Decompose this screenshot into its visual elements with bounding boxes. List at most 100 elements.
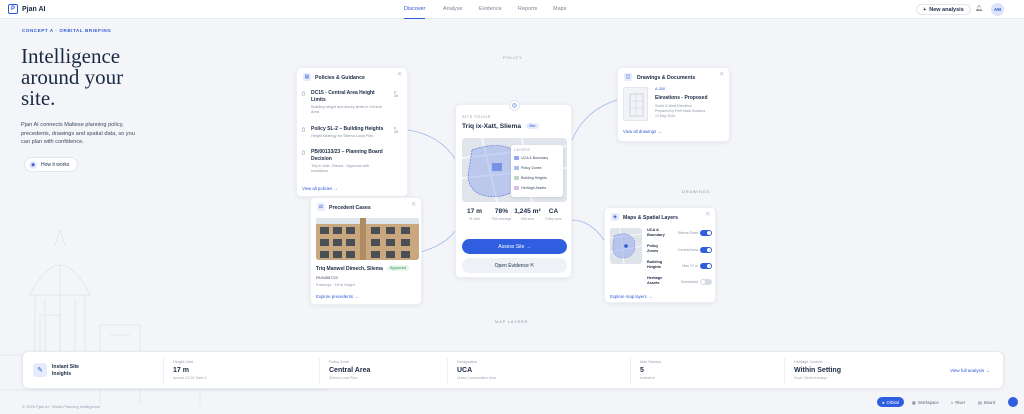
layer-toggle[interactable] <box>700 230 712 236</box>
legend-item[interactable]: Building Heights <box>514 176 547 180</box>
view-full-analysis-label: View full analysis <box>950 368 985 373</box>
layer-value: Sliema Town <box>677 231 698 235</box>
mode-workspace[interactable]: ▦ Workspace <box>907 397 944 407</box>
site-title: Triq ix-Xatt, Sliema <box>462 123 521 130</box>
open-evidence-button[interactable]: Open Evidence ⇱ <box>462 258 567 273</box>
layer-value: Max 17 m <box>682 264 698 268</box>
insights-title: Instant Site Insights <box>52 364 79 377</box>
wave-icon: ≈ <box>951 399 954 405</box>
insight-sub: Urban Conservation Area <box>457 376 497 380</box>
legend-item[interactable]: UCA & Boundary <box>514 156 548 160</box>
assistant-dot-icon[interactable] <box>1008 397 1018 407</box>
document-icon: ▯ <box>302 150 305 156</box>
layer-toggle[interactable] <box>700 247 712 253</box>
insight-sub: Sliema Local Plan <box>329 376 358 380</box>
stat-value: 1,245 m² <box>514 208 541 215</box>
policy-item[interactable]: ▯ DC15 - Central Area Height Limits Buil… <box>302 90 402 116</box>
stat-value: 17 m <box>466 208 483 215</box>
drawing-thumbnail[interactable] <box>623 87 648 121</box>
book-icon: ▤ <box>303 73 311 81</box>
arrow-right-icon: → <box>985 368 990 373</box>
explore-precedents-label: Explore precedents <box>316 294 354 299</box>
grid-icon: ▦ <box>912 399 916 405</box>
stat-value: 78% <box>494 208 509 215</box>
stat-area: 1,245 m² Site area <box>514 208 541 221</box>
stat-coverage: 78% Plot coverage <box>488 208 515 221</box>
site-map[interactable]: LAYERS UCA & Boundary Policy Zones Build… <box>462 138 567 202</box>
insight-column: Policy Zone Central Area Sliema Local Plan <box>329 360 370 380</box>
assess-site-label: Assess Site <box>498 243 525 250</box>
stat-label: Ht. limit <box>469 217 480 221</box>
layer-name: Heritage Assets <box>647 276 663 285</box>
document-icon: ▯ <box>302 91 305 97</box>
document-icon: ▯ <box>302 127 305 133</box>
mini-map[interactable] <box>610 228 642 264</box>
precedents-title: Precedent Cases <box>329 205 371 211</box>
insight-label: Height Limit <box>173 360 194 364</box>
insight-column: Designation UCA Urban Conservation Area <box>457 360 496 380</box>
mode-river[interactable]: ≈ River <box>946 397 970 407</box>
policy-page-tag: p. 48 <box>394 126 399 134</box>
insight-value: 5 <box>640 367 644 374</box>
view-all-drawings-link[interactable]: View all drawings → <box>623 129 662 134</box>
external-link-icon[interactable]: ⇱ <box>706 212 710 218</box>
site-pin-icon: ◎ <box>509 100 520 111</box>
insight-value: Within Setting <box>794 367 841 374</box>
view-full-analysis-link[interactable]: View full analysis → <box>950 368 990 373</box>
layer-toggle[interactable] <box>700 263 712 269</box>
insight-label: Policy Zone <box>329 360 349 364</box>
policies-title: Policies & Guidance <box>315 75 365 81</box>
assess-site-button[interactable]: Assess Site → <box>462 239 567 254</box>
policy-item[interactable]: ▯ Policy SL-2 – Building Heights Height … <box>302 126 402 146</box>
stat-zone: CA Policy zone <box>540 208 567 221</box>
layer-value: Central Area <box>678 248 698 252</box>
legend-item[interactable]: Heritage Assets <box>514 186 546 190</box>
stat-label: Policy zone <box>545 217 562 221</box>
insight-value: UCA <box>457 367 473 374</box>
gavel-icon: ⚖ <box>317 203 325 211</box>
external-link-icon[interactable]: ⇱ <box>398 72 402 78</box>
maps-title: Maps & Spatial Layers <box>623 215 679 221</box>
legend-swatch <box>514 166 519 170</box>
legend-swatch <box>514 156 519 160</box>
mode-label: Board <box>983 399 996 405</box>
policy-item[interactable]: ▯ PB/00133/23 – Planning Board Decision … <box>302 149 402 177</box>
divider <box>447 358 448 384</box>
stat-label: Site area <box>521 217 534 221</box>
legend-item[interactable]: Policy Zones <box>514 166 542 170</box>
drawings-title: Drawings & Documents <box>637 75 696 81</box>
insight-column: Max Storeys 5 Indicative <box>640 360 661 380</box>
mode-board[interactable]: ▤ Board <box>973 397 1000 407</box>
magic-wand-icon: ✎ <box>33 363 47 377</box>
legend-label: Policy Zones <box>521 166 542 170</box>
policies-card: ▤ Policies & Guidance ⇱ ▯ DC15 - Central… <box>296 67 408 197</box>
external-link-icon[interactable]: ⇱ <box>412 202 416 208</box>
insight-label: Heritage Context <box>794 360 823 364</box>
policy-title: Policy SL-2 – Building Heights <box>311 126 384 132</box>
orbit-icon: ● <box>882 399 885 405</box>
arrow-right-icon: → <box>525 243 531 250</box>
external-link-icon[interactable]: ⇱ <box>720 72 724 78</box>
precedent-photo <box>316 218 419 260</box>
divider <box>784 358 785 384</box>
elevation-sketch <box>629 93 644 117</box>
explore-precedents-link[interactable]: Explore precedents → <box>316 294 359 299</box>
layers-icon: ◈ <box>611 213 619 221</box>
maps-card: ◈ Maps & Spatial Layers ⇱ UCA & Boundary… <box>604 207 716 303</box>
policy-page-tag: p. 28 <box>394 90 399 98</box>
drawing-date: 12 May 2024 <box>655 114 676 118</box>
precedents-card: ⚖ Precedent Cases ⇱ Triq Manwel Dimech, … <box>310 197 422 305</box>
legend-label: Building Heights <box>521 176 547 180</box>
insight-sub: Around DC15 Table 2 <box>173 376 207 380</box>
arrow-right-icon: → <box>657 129 662 134</box>
drawing-name: Elevations - Proposed <box>655 95 708 101</box>
mode-label: River <box>955 399 966 405</box>
view-all-policies-link[interactable]: View all policies → <box>302 186 338 191</box>
building-illustration <box>316 218 419 260</box>
precedent-ref: PA/04587/23 <box>316 276 338 280</box>
legend-swatch <box>514 186 519 190</box>
mode-orbital[interactable]: ● Orbital <box>877 397 904 407</box>
layer-toggle[interactable] <box>700 279 712 285</box>
arrow-right-icon: → <box>354 294 359 299</box>
explore-map-layers-link[interactable]: Explore map layers → <box>610 294 652 299</box>
